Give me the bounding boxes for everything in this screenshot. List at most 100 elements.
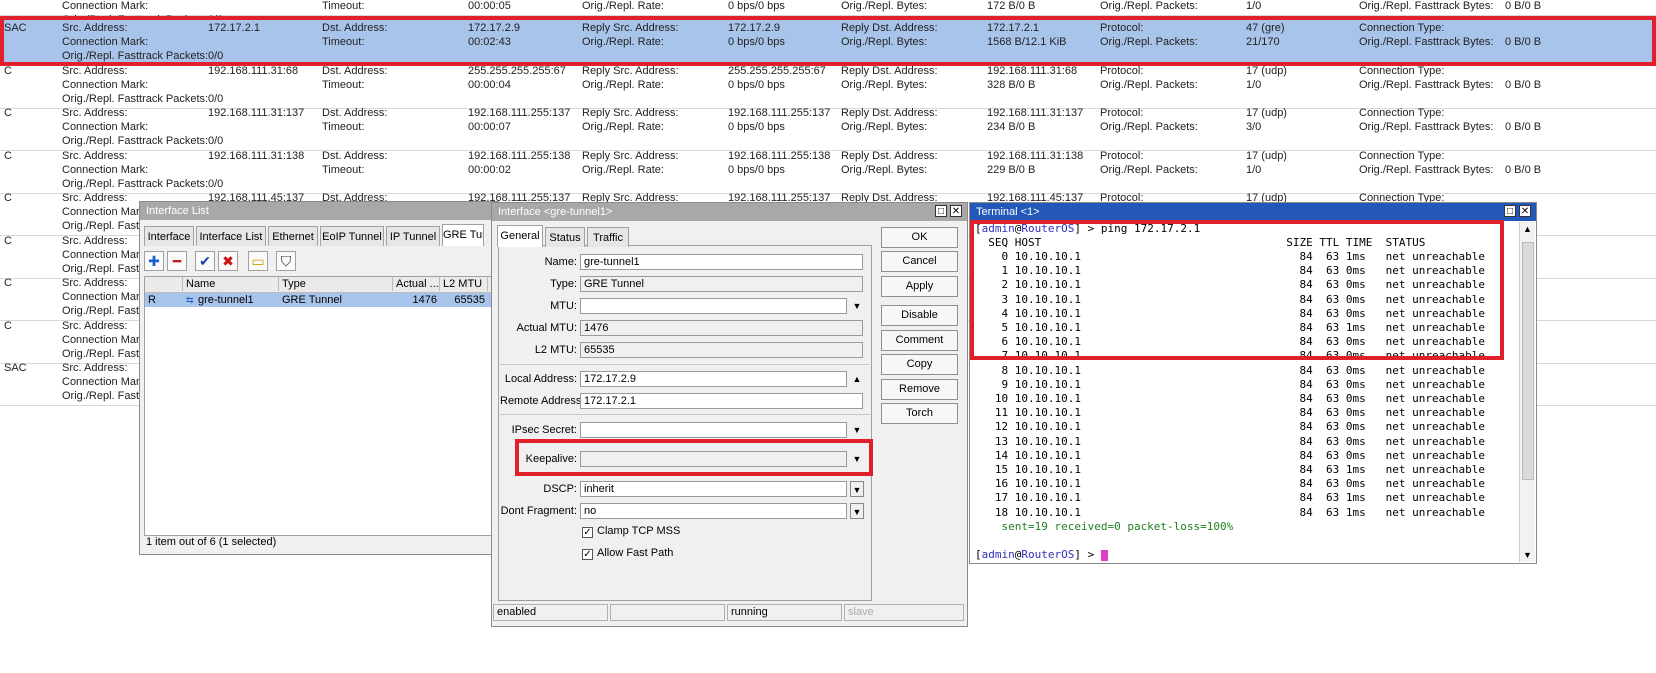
table-row[interactable]: C Src. Address: 192.168.111.31:138 Connecti… (0, 148, 1656, 194)
field-label: Connection Mark: (62, 78, 149, 91)
table-row[interactable]: SAC Src. Address: 172.17.2.1 Connection Mar… (0, 20, 1656, 66)
local-address-field[interactable]: 172.17.2.9 (580, 371, 847, 387)
field-value: 255.255.255.255:67 (728, 64, 826, 77)
column-l2mtu[interactable]: L2 MTU (440, 277, 488, 291)
field-value: 192.168.111.255:137 (728, 107, 831, 119)
status-slave: slave (844, 604, 964, 621)
field-label: Orig./Repl. Fasttrack Bytes: (1359, 36, 1494, 48)
row-actual-mtu: 1476 (412, 294, 437, 306)
collapse-up-icon[interactable]: ▲ (850, 371, 864, 387)
ipsec-secret-field[interactable] (580, 422, 847, 438)
copy-button[interactable]: Copy (881, 354, 958, 375)
clamp-tcp-mss-checkbox[interactable]: ✓ (582, 527, 593, 538)
ok-button[interactable]: OK (881, 227, 958, 248)
maximize-icon[interactable]: □ (935, 205, 947, 217)
close-icon[interactable]: ✕ (1519, 205, 1531, 217)
field-value: 192.168.111.31:68 (208, 64, 299, 77)
field-value: 3/0 (1246, 121, 1262, 133)
field-label: Src. Address: (62, 22, 128, 34)
terminal-ping-line: 10 10.10.10.1 84 63 0ms net unreachable (975, 392, 1485, 405)
comment-icon[interactable]: ▭ (248, 251, 268, 271)
cancel-button[interactable]: Cancel (881, 251, 958, 272)
field-label: Connection Mark: (62, 333, 149, 346)
field-label: Protocol: (1100, 22, 1144, 34)
field-value: 255.255.255.255:67 (468, 64, 566, 77)
terminal-ping-line: 11 10.10.10.1 84 63 0ms net unreachable (975, 406, 1485, 420)
dont-fragment-field[interactable]: no (580, 503, 847, 519)
column-flag[interactable] (145, 277, 183, 291)
remote-address-field[interactable]: 172.17.2.1 (580, 393, 863, 409)
column-name[interactable]: Name (183, 277, 279, 291)
terminal-ping-line: 7 10.10.10.1 84 63 0ms net unreachable (975, 349, 1485, 363)
keepalive-dropdown-icon[interactable]: ▼ (850, 451, 864, 467)
scroll-up-icon[interactable]: ▲ (1520, 224, 1535, 234)
tab-general[interactable]: General (497, 225, 543, 247)
table-row[interactable]: C Src. Address: 192.168.111.31:68 Connectio… (0, 63, 1656, 109)
field-label: Dst. Address: (322, 149, 388, 162)
add-icon[interactable]: ✚ (144, 251, 164, 271)
terminal-scrollbar[interactable]: ▲ ▼ (1519, 222, 1535, 562)
field-label: Protocol: (1100, 64, 1144, 77)
clamp-tcp-mss-label: Clamp TCP MSS (597, 525, 681, 537)
row-type: GRE Tunnel (282, 294, 342, 306)
name-field[interactable]: gre-tunnel1 (580, 254, 863, 270)
rate-value: 0 bps/0 bps (728, 0, 785, 12)
table-row[interactable]: Connection Mark: Timeout: 00:00:05 Orig.… (0, 0, 1656, 26)
mtu-dropdown-icon[interactable]: ▼ (850, 298, 864, 314)
close-icon[interactable]: ✕ (950, 205, 962, 217)
field-value: 00:00:02 (468, 163, 511, 176)
table-row[interactable]: R ⇆ gre-tunnel1 GRE Tunnel 1476 65535 (145, 293, 493, 307)
dscp-dropdown-icon[interactable]: ▼ (850, 481, 864, 497)
tab-status[interactable]: Status (545, 227, 585, 247)
column-type[interactable]: Type (279, 277, 393, 291)
tab-interface[interactable]: Interface (144, 226, 194, 246)
field-label: Orig./Repl. Rate: (582, 163, 664, 176)
remote-address-label: Remote Address: (500, 395, 585, 407)
field-label: Src. Address: (62, 64, 128, 77)
dont-fragment-dropdown-icon[interactable]: ▼ (850, 503, 864, 519)
remove-button[interactable]: Remove (881, 379, 958, 400)
terminal-ping-line: 14 10.10.10.1 84 63 0ms net unreachable (975, 448, 1485, 462)
scroll-down-icon[interactable]: ▼ (1520, 550, 1535, 560)
filter-icon[interactable]: ⛉ (276, 251, 296, 271)
dscp-field[interactable]: inherit (580, 481, 847, 497)
remove-icon[interactable]: ━ (167, 251, 187, 271)
interface-list-titlebar[interactable]: Interface List (140, 202, 498, 220)
tab-interface-list[interactable]: Interface List (196, 226, 266, 246)
column-actual-mtu[interactable]: Actual ... (393, 277, 440, 291)
terminal-prompt[interactable]: [admin@RouterOS] > (975, 548, 1108, 562)
prompt-host: RouterOS (1021, 222, 1075, 235)
apply-button[interactable]: Apply (881, 276, 958, 297)
ipsec-secret-label: IPsec Secret: (511, 424, 577, 436)
divider (500, 364, 870, 365)
tab-gre-tun[interactable]: GRE Tun (442, 224, 484, 246)
comment-button[interactable]: Comment (881, 330, 958, 351)
disable-icon[interactable]: ✖ (218, 251, 238, 271)
interface-dialog-titlebar[interactable]: Interface <gre-tunnel1> (492, 203, 967, 221)
field-label: Orig./Repl. Rate: (582, 78, 664, 91)
ipsec-dropdown-icon[interactable]: ▼ (850, 422, 864, 438)
field-value: 192.168.111.255:138 (728, 149, 831, 162)
field-value: 00:00:04 (468, 78, 511, 91)
field-label: Dst. Address: (322, 64, 388, 77)
mtu-field[interactable] (580, 298, 847, 314)
tab-traffic[interactable]: Traffic (587, 227, 629, 247)
table-row[interactable]: C Src. Address: 192.168.111.31:137 Connecti… (0, 105, 1656, 151)
disable-button[interactable]: Disable (881, 305, 958, 326)
keepalive-field[interactable] (580, 451, 847, 467)
tab-eoip-tunnel[interactable]: EoIP Tunnel (320, 226, 384, 246)
tab-ip-tunnel[interactable]: IP Tunnel (386, 226, 440, 246)
tab-ethernet[interactable]: Ethernet (268, 226, 318, 246)
field-label: Orig./Repl. Packets: (1100, 78, 1198, 91)
field-label: Reply Src. Address: (582, 64, 679, 77)
enable-icon[interactable]: ✔ (195, 251, 215, 271)
allow-fast-path-checkbox[interactable]: ✓ (582, 549, 593, 560)
maximize-icon[interactable]: □ (1504, 205, 1516, 217)
timeout-value: 00:00:05 (468, 0, 511, 12)
torch-button[interactable]: Torch (881, 403, 958, 424)
field-value: 229 B/0 B (987, 163, 1036, 176)
scroll-thumb[interactable] (1522, 242, 1534, 480)
interface-list-status: 1 item out of 6 (1 selected) (146, 536, 277, 548)
prompt-host: RouterOS (1021, 548, 1075, 561)
terminal-titlebar[interactable]: Terminal <1> (970, 203, 1536, 221)
